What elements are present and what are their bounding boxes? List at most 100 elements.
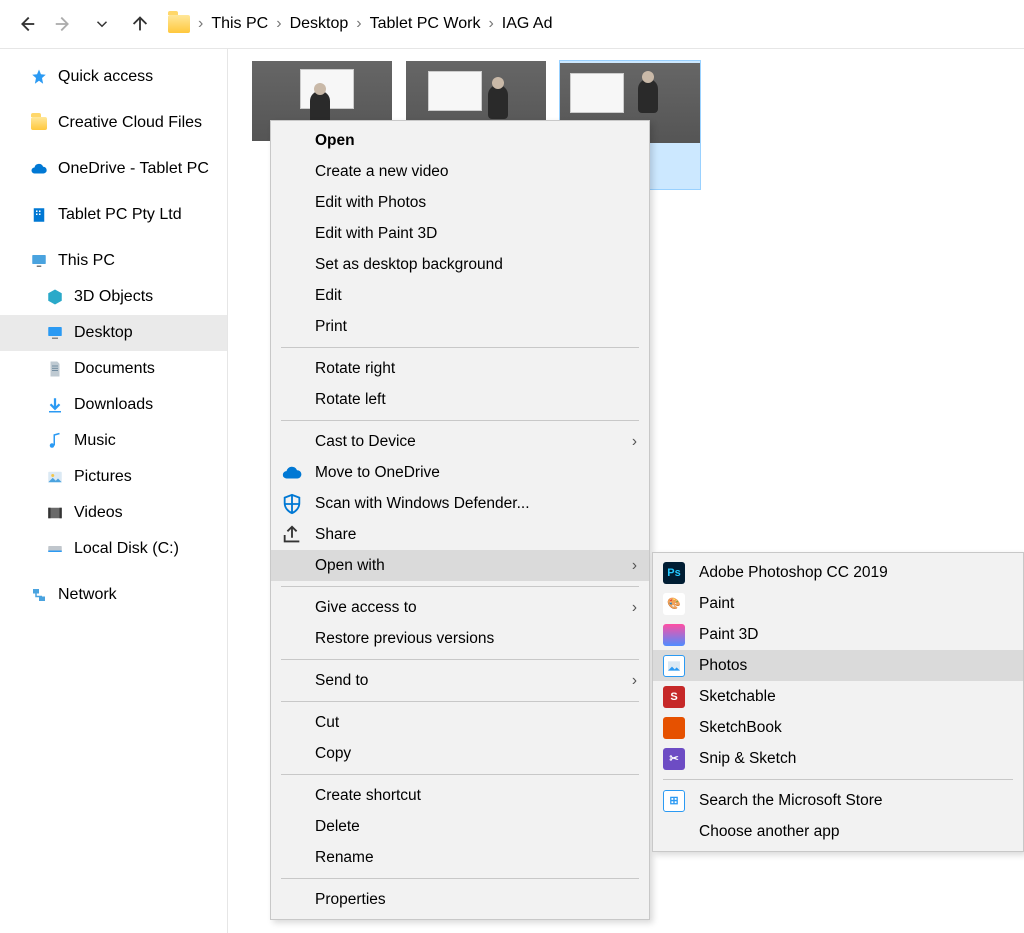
- menu-item-move-onedrive[interactable]: Move to OneDrive: [271, 457, 649, 488]
- menu-item-cut[interactable]: Cut: [271, 707, 649, 738]
- back-button[interactable]: [10, 8, 42, 40]
- sidebar-item-label: Downloads: [74, 396, 153, 414]
- chevron-right-icon: ›: [356, 15, 361, 33]
- submenu-item-photoshop[interactable]: Ps Adobe Photoshop CC 2019: [653, 557, 1023, 588]
- paint3d-icon: [663, 624, 685, 646]
- computer-icon: [30, 252, 48, 270]
- disk-icon: [46, 540, 64, 558]
- sidebar-item-label: Tablet PC Pty Ltd: [58, 206, 182, 224]
- sidebar-item-pictures[interactable]: Pictures: [0, 459, 227, 495]
- menu-item-edit-photos[interactable]: Edit with Photos: [271, 187, 649, 218]
- menu-item-delete[interactable]: Delete: [271, 811, 649, 842]
- submenu-item-sketchbook[interactable]: SketchBook: [653, 712, 1023, 743]
- snip-icon: ✂: [663, 748, 685, 770]
- menu-separator: [281, 347, 639, 348]
- sidebar-item-creative-cloud[interactable]: Creative Cloud Files: [0, 105, 227, 141]
- sidebar-item-3d-objects[interactable]: 3D Objects: [0, 279, 227, 315]
- sidebar-item-local-disk[interactable]: Local Disk (C:): [0, 531, 227, 567]
- menu-item-set-background[interactable]: Set as desktop background: [271, 249, 649, 280]
- menu-item-share[interactable]: Share: [271, 519, 649, 550]
- breadcrumb-segment[interactable]: Tablet PC Work: [370, 15, 481, 33]
- menu-item-rotate-left[interactable]: Rotate left: [271, 384, 649, 415]
- submenu-item-search-store[interactable]: ⊞ Search the Microsoft Store: [653, 785, 1023, 816]
- menu-item-send-to[interactable]: Send to›: [271, 665, 649, 696]
- sidebar-item-label: This PC: [58, 252, 115, 270]
- picture-icon: [46, 468, 64, 486]
- chevron-right-icon: ›: [632, 433, 637, 451]
- desktop-icon: [46, 324, 64, 342]
- submenu-item-sketchable[interactable]: S Sketchable: [653, 681, 1023, 712]
- photos-icon: [663, 655, 685, 677]
- download-icon: [46, 396, 64, 414]
- menu-separator: [281, 420, 639, 421]
- chevron-right-icon: ›: [276, 15, 281, 33]
- submenu-item-choose-another[interactable]: Choose another app: [653, 816, 1023, 847]
- share-icon: [281, 524, 303, 546]
- cube-icon: [46, 288, 64, 306]
- menu-separator: [663, 779, 1013, 780]
- submenu-item-photos[interactable]: Photos: [653, 650, 1023, 681]
- network-icon: [30, 586, 48, 604]
- sidebar-item-label: Desktop: [74, 324, 133, 342]
- chevron-right-icon: ›: [488, 15, 493, 33]
- menu-item-rotate-right[interactable]: Rotate right: [271, 353, 649, 384]
- menu-item-restore-previous[interactable]: Restore previous versions: [271, 623, 649, 654]
- video-icon: [46, 504, 64, 522]
- breadcrumb[interactable]: › This PC › Desktop › Tablet PC Work › I…: [168, 15, 552, 33]
- sidebar-item-videos[interactable]: Videos: [0, 495, 227, 531]
- navigation-pane: Quick access Creative Cloud Files OneDri…: [0, 49, 228, 933]
- paint-icon: 🎨: [663, 593, 685, 615]
- sidebar-item-label: Documents: [74, 360, 155, 378]
- menu-separator: [281, 586, 639, 587]
- breadcrumb-segment[interactable]: Desktop: [290, 15, 349, 33]
- breadcrumb-segment[interactable]: This PC: [211, 15, 268, 33]
- menu-separator: [281, 878, 639, 879]
- submenu-item-paint3d[interactable]: Paint 3D: [653, 619, 1023, 650]
- sidebar-item-downloads[interactable]: Downloads: [0, 387, 227, 423]
- shield-icon: [281, 493, 303, 515]
- menu-item-scan-defender[interactable]: Scan with Windows Defender...: [271, 488, 649, 519]
- sidebar-item-music[interactable]: Music: [0, 423, 227, 459]
- submenu-item-snip-sketch[interactable]: ✂ Snip & Sketch: [653, 743, 1023, 774]
- submenu-item-paint[interactable]: 🎨 Paint: [653, 588, 1023, 619]
- sidebar-item-label: OneDrive - Tablet PC: [58, 160, 209, 178]
- sidebar-item-this-pc[interactable]: This PC: [0, 243, 227, 279]
- building-icon: [30, 206, 48, 224]
- sidebar-item-network[interactable]: Network: [0, 577, 227, 613]
- music-icon: [46, 432, 64, 450]
- forward-button[interactable]: [48, 8, 80, 40]
- sidebar-item-label: Network: [58, 586, 117, 604]
- up-button[interactable]: [124, 8, 156, 40]
- menu-item-create-video[interactable]: Create a new video: [271, 156, 649, 187]
- sidebar-item-onedrive[interactable]: OneDrive - Tablet PC: [0, 151, 227, 187]
- sidebar-item-documents[interactable]: Documents: [0, 351, 227, 387]
- context-menu: Open Create a new video Edit with Photos…: [270, 120, 650, 920]
- photoshop-icon: Ps: [663, 562, 685, 584]
- star-icon: [30, 68, 48, 86]
- menu-item-rename[interactable]: Rename: [271, 842, 649, 873]
- sidebar-item-desktop[interactable]: Desktop: [0, 315, 227, 351]
- menu-separator: [281, 659, 639, 660]
- chevron-right-icon: ›: [632, 599, 637, 617]
- menu-item-edit-paint3d[interactable]: Edit with Paint 3D: [271, 218, 649, 249]
- menu-item-edit[interactable]: Edit: [271, 280, 649, 311]
- sidebar-item-label: Pictures: [74, 468, 132, 486]
- breadcrumb-segment[interactable]: IAG Ad: [502, 15, 553, 33]
- menu-item-give-access[interactable]: Give access to›: [271, 592, 649, 623]
- menu-item-print[interactable]: Print: [271, 311, 649, 342]
- sidebar-item-label: Quick access: [58, 68, 153, 86]
- cloud-icon: [30, 160, 48, 178]
- menu-item-copy[interactable]: Copy: [271, 738, 649, 769]
- menu-item-properties[interactable]: Properties: [271, 884, 649, 915]
- recent-locations-button[interactable]: [86, 8, 118, 40]
- sidebar-item-label: Videos: [74, 504, 123, 522]
- menu-item-create-shortcut[interactable]: Create shortcut: [271, 780, 649, 811]
- sidebar-item-tablet-pc[interactable]: Tablet PC Pty Ltd: [0, 197, 227, 233]
- toolbar: › This PC › Desktop › Tablet PC Work › I…: [0, 0, 1024, 48]
- cloud-icon: [281, 462, 303, 484]
- sidebar-item-quick-access[interactable]: Quick access: [0, 59, 227, 95]
- menu-item-open-with[interactable]: Open with›: [271, 550, 649, 581]
- menu-item-cast[interactable]: Cast to Device›: [271, 426, 649, 457]
- menu-item-open[interactable]: Open: [271, 125, 649, 156]
- folder-icon: [30, 114, 48, 132]
